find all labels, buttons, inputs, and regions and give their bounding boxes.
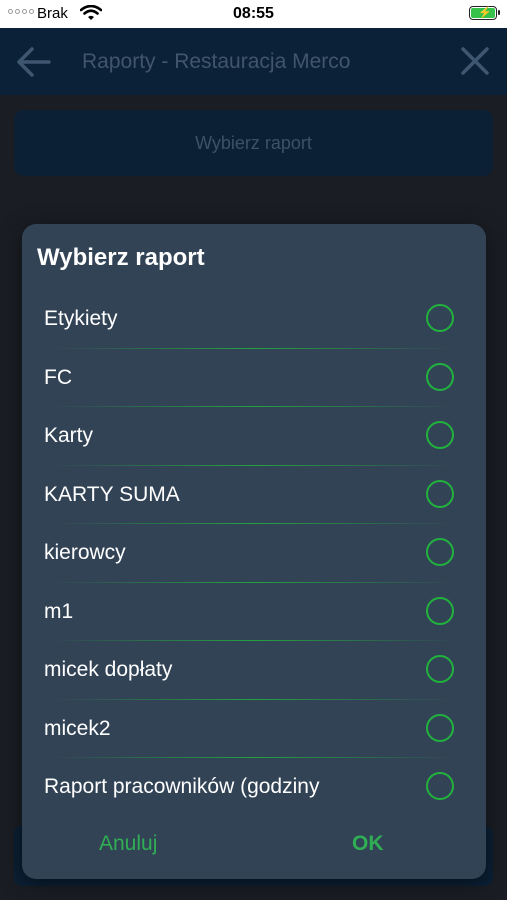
dialog-actions: Anuluj OK (22, 824, 486, 868)
report-option-label: KARTY SUMA (44, 482, 180, 506)
report-option-label: FC (44, 365, 72, 389)
report-option-label: micek2 (44, 716, 111, 740)
status-bar: Brak 08:55 ⚡ (0, 0, 507, 28)
report-picker-dialog: Wybierz raport Etykiety FC Karty KARTY S… (22, 224, 486, 879)
report-option-label: kierowcy (44, 541, 126, 564)
radio-button[interactable] (426, 655, 454, 683)
radio-button[interactable] (426, 538, 454, 566)
report-option-label: Karty (44, 424, 94, 447)
report-option[interactable]: Raport pracowników (godziny (22, 758, 486, 812)
report-option-label: Raport pracowników (godziny (44, 775, 320, 798)
report-options-list[interactable]: Etykiety FC Karty KARTY SUMA kierowcy m1 (22, 290, 486, 812)
report-option[interactable]: FC (22, 349, 486, 407)
ok-button[interactable]: OK (352, 832, 384, 856)
dialog-title: Wybierz raport (37, 244, 205, 271)
radio-button[interactable] (426, 713, 454, 742)
cancel-button[interactable]: Anuluj (99, 832, 157, 856)
select-report-button[interactable]: Wybierz raport (14, 110, 493, 176)
report-option[interactable]: m1 (22, 583, 486, 641)
report-option[interactable]: KARTY SUMA (22, 466, 486, 524)
app-bar: Raporty - Restauracja Merco (0, 28, 507, 95)
clock: 08:55 (233, 5, 274, 22)
report-option[interactable]: Karty (22, 407, 486, 466)
report-option[interactable]: kierowcy (22, 524, 486, 583)
page-title: Raporty - Restauracja Merco (82, 50, 351, 73)
report-option[interactable]: Etykiety (22, 290, 486, 349)
radio-button[interactable] (426, 596, 454, 625)
radio-button[interactable] (426, 304, 454, 332)
report-option[interactable]: micek dopłaty (22, 641, 486, 700)
report-option[interactable]: micek2 (22, 700, 486, 758)
report-option-label: micek dopłaty (44, 658, 173, 681)
radio-button[interactable] (426, 421, 454, 449)
report-option-label: m1 (44, 599, 74, 623)
radio-button[interactable] (426, 362, 454, 391)
radio-button[interactable] (426, 772, 454, 800)
close-icon[interactable] (459, 45, 491, 82)
back-arrow-icon[interactable] (16, 45, 52, 84)
battery-icon: ⚡ (469, 6, 500, 20)
report-option-label: Etykiety (44, 307, 118, 330)
radio-button[interactable] (426, 479, 454, 508)
